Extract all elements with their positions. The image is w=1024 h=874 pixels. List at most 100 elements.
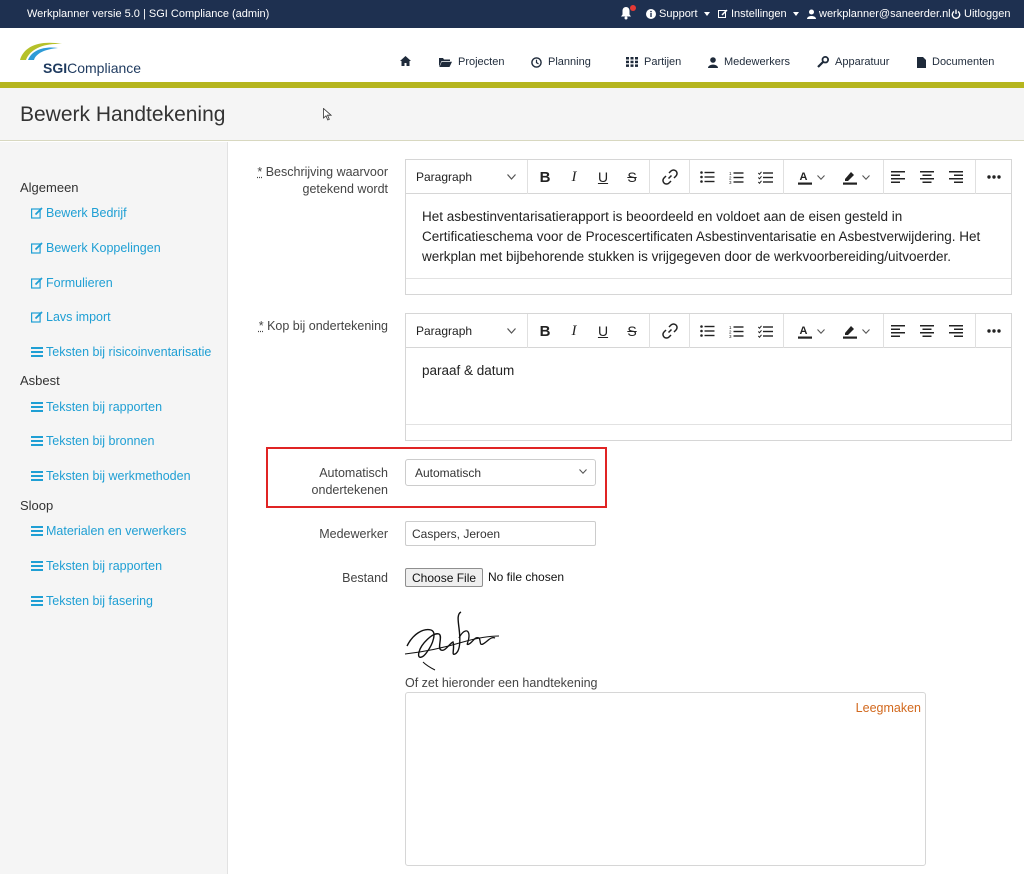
nav-home[interactable] [400,56,411,66]
sidebar-item-formulieren[interactable]: Formulieren [31,276,113,290]
align-right-icon[interactable] [943,314,969,348]
sidebar-item-lavs-import[interactable]: Lavs import [31,310,111,324]
nav-apparatuur[interactable]: Apparatuur [817,56,889,68]
required-marker: * [257,165,263,179]
bold-icon[interactable]: B [532,314,558,348]
auto-sign-select[interactable]: Automatisch [405,459,596,486]
top-bar: Werkplanner versie 5.0 | SGI Compliance … [0,0,1024,28]
checklist-icon[interactable] [752,314,778,348]
auto-sign-label: Automatisch ondertekenen [311,466,388,497]
notification-dot [630,5,636,11]
list-icon [31,402,43,412]
sidebar-item-teksten-rapporten-sloop[interactable]: Teksten bij rapporten [31,559,162,573]
sidebar-heading-asbest: Asbest [20,373,60,388]
paragraph-style-select[interactable]: Paragraph [406,314,526,348]
sidebar-item-bewerk-bedrijf[interactable]: Bewerk Bedrijf [31,206,127,220]
align-center-icon[interactable] [914,160,940,194]
description-editor-content[interactable]: Het asbestinventarisatierapport is beoor… [406,194,1011,280]
edit-icon [31,277,43,289]
page-header: Bewerk Handtekening [0,88,1024,141]
strikethrough-icon[interactable]: S [619,160,645,194]
description-editor: Paragraph B I U S 123 A Het asbestinvent… [405,159,1012,295]
nav-planning[interactable]: Planning [531,56,591,68]
more-options-icon[interactable] [979,314,1009,348]
bullet-list-icon[interactable] [694,314,720,348]
bold-icon[interactable]: B [532,160,558,194]
heading-editor-content[interactable]: paraaf & datum [406,348,1011,394]
sidebar-heading-sloop: Sloop [20,498,54,513]
align-right-icon[interactable] [943,160,969,194]
sidebar-item-teksten-rapporten[interactable]: Teksten bij rapporten [31,400,162,414]
logo-swoosh-icon [20,42,62,60]
logo[interactable]: SGICompliance [18,40,148,76]
clear-signature-link[interactable]: Leegmaken [856,701,921,715]
nav-partijen[interactable]: Partijen [626,56,681,68]
document-icon [917,56,926,68]
bullet-list-icon[interactable] [694,160,720,194]
italic-icon[interactable]: I [561,160,587,194]
list-icon [31,561,43,571]
file-status-text: No file chosen [488,570,565,584]
employee-input[interactable]: Caspers, Jeroen [405,521,596,546]
svg-text:A: A [799,171,807,183]
highlight-color-icon[interactable] [834,314,878,348]
grid-icon [626,57,638,67]
auto-sign-selected: Automatisch [415,466,482,480]
user-icon [708,56,718,68]
align-left-icon[interactable] [885,314,911,348]
underline-icon[interactable]: U [590,160,616,194]
sidebar-item-teksten-werkmethoden[interactable]: Teksten bij werkmethoden [31,469,191,483]
sidebar-item-materialen-verwerkers[interactable]: Materialen en verwerkers [31,524,186,538]
paragraph-style-select[interactable]: Paragraph [406,160,526,194]
support-menu[interactable]: Support [646,8,710,20]
signature-pad[interactable]: Leegmaken [405,692,926,866]
editor-toolbar: Paragraph B I U S 123 A [406,314,1011,348]
link-icon[interactable] [656,314,684,348]
description-label: * Beschrijving waarvoor getekend wordt [257,165,388,196]
editor-toolbar: Paragraph B I U S 123 A [406,160,1011,194]
svg-text:3: 3 [729,334,732,338]
sidebar-item-bewerk-koppelingen[interactable]: Bewerk Koppelingen [31,241,161,255]
user-email: werkplanner@saneerder.nl [819,8,951,20]
align-center-icon[interactable] [914,314,940,348]
logout-link[interactable]: Uitloggen [951,8,1010,20]
sidebar-item-teksten-risicoinventarisatie[interactable]: Teksten bij risicoinventarisatie [31,345,211,359]
svg-text:A: A [799,325,807,337]
text-color-icon[interactable]: A [789,314,833,348]
chevron-down-icon [507,174,516,180]
edit-icon [31,242,43,254]
link-icon[interactable] [656,160,684,194]
info-icon [646,9,656,19]
edit-icon [718,9,728,18]
settings-menu[interactable]: Instellingen [718,8,799,20]
numbered-list-icon[interactable]: 123 [723,160,749,194]
signature-image [404,611,500,671]
align-left-icon[interactable] [885,160,911,194]
strikethrough-icon[interactable]: S [619,314,645,348]
edit-icon [31,207,43,219]
sidebar: Algemeen Bewerk Bedrijf Bewerk Koppeling… [0,142,228,874]
main-header: SGICompliance Projecten Planning Partije… [0,28,1024,82]
power-icon [951,9,961,19]
more-options-icon[interactable] [979,160,1009,194]
underline-icon[interactable]: U [590,314,616,348]
user-menu[interactable]: werkplanner@saneerder.nl [807,8,951,20]
wrench-icon [817,56,829,68]
nav-medewerkers[interactable]: Medewerkers [708,56,790,68]
list-icon [31,436,43,446]
text-color-icon[interactable]: A [789,160,833,194]
sidebar-item-teksten-fasering[interactable]: Teksten bij fasering [31,594,153,608]
italic-icon[interactable]: I [561,314,587,348]
nav-projecten[interactable]: Projecten [439,56,504,68]
svg-text:3: 3 [729,180,732,184]
bell-icon[interactable] [620,5,636,22]
numbered-list-icon[interactable]: 123 [723,314,749,348]
settings-label: Instellingen [731,8,787,20]
sidebar-item-teksten-bronnen[interactable]: Teksten bij bronnen [31,434,154,448]
choose-file-button[interactable]: Choose File [405,568,484,587]
folder-icon [439,58,452,67]
support-label: Support [659,8,698,20]
nav-documenten[interactable]: Documenten [917,56,994,68]
highlight-color-icon[interactable] [834,160,878,194]
checklist-icon[interactable] [752,160,778,194]
